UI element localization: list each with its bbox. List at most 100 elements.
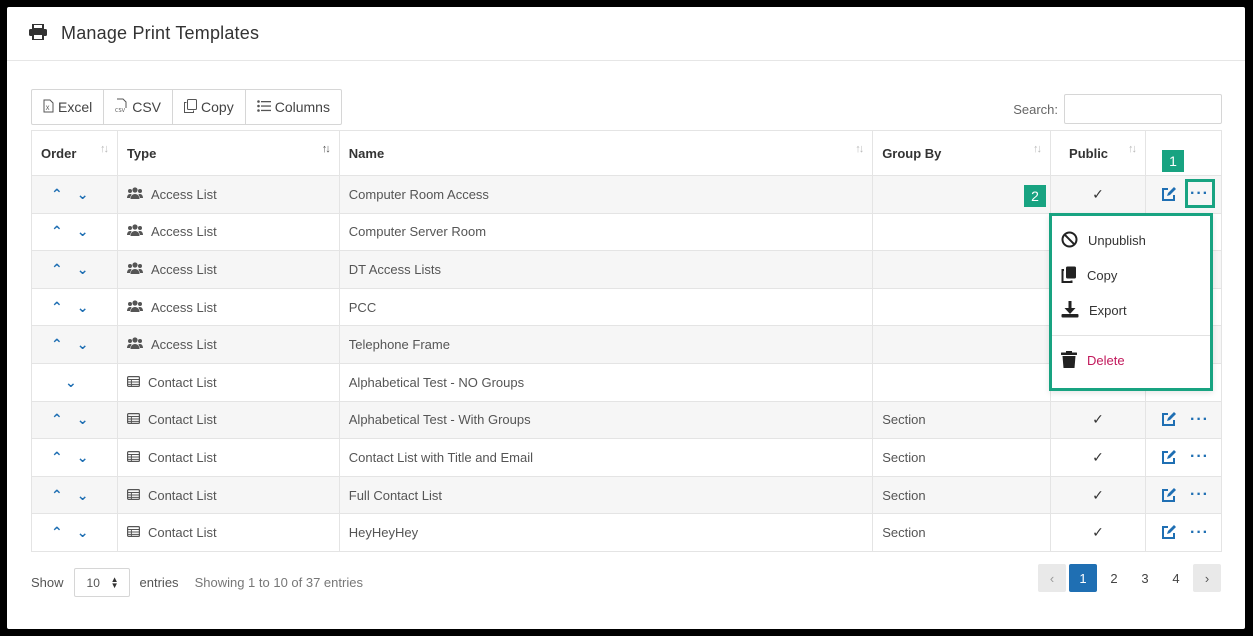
move-up-icon[interactable]: ⌃	[51, 524, 63, 541]
edit-icon[interactable]	[1161, 186, 1176, 202]
columns-button[interactable]: Columns	[246, 90, 341, 124]
menu-item-export[interactable]: Export	[1052, 293, 1210, 328]
move-down-icon[interactable]: ⌄	[65, 374, 77, 391]
move-up-icon[interactable]: ⌃	[51, 186, 63, 203]
menu-divider	[1052, 335, 1210, 336]
name-cell: Alphabetical Test - With Groups	[338, 400, 874, 440]
public-cell: ✓	[1050, 175, 1146, 214]
edit-icon[interactable]	[1161, 525, 1176, 540]
sort-icon: ↑↓	[1127, 143, 1137, 155]
move-down-icon[interactable]: ⌄	[77, 449, 89, 466]
table-row[interactable]: ⌃ ⌄ Access List Computer Server Room	[31, 212, 1223, 252]
page-frame: Manage Print Templates X Excel CSV CSV C…	[7, 7, 1245, 629]
pagination-next[interactable]: ›	[1193, 564, 1221, 592]
highlight-box-actions	[1185, 179, 1215, 208]
table-row[interactable]: ⌄ Contact List Alphabetical Test - NO Grou…	[31, 362, 1223, 402]
pagination-previous[interactable]: ‹	[1038, 564, 1066, 592]
actions-cell: ···	[1144, 438, 1223, 477]
more-options-icon[interactable]: ···	[1190, 487, 1209, 503]
more-options-icon[interactable]: ···	[1190, 411, 1209, 427]
move-up-icon[interactable]: ⌃	[51, 449, 63, 466]
pagination: ‹ 1 2 3 4 ›	[1038, 564, 1221, 592]
table-row[interactable]: ⌃ ⌄ Access List Telephone Frame	[31, 325, 1223, 364]
excel-button[interactable]: X Excel	[32, 90, 105, 124]
move-down-icon[interactable]: ⌄	[77, 487, 89, 504]
order-cell: ⌃ ⌄	[31, 475, 118, 515]
name-cell: Computer Server Room	[338, 212, 874, 252]
menu-item-unpublish[interactable]: Unpublish	[1052, 223, 1210, 258]
sort-icon: ↑↓	[855, 143, 864, 155]
name-cell: Telephone Frame	[338, 325, 874, 364]
pagination-page-2[interactable]: 2	[1100, 564, 1128, 592]
menu-item-delete[interactable]: Delete	[1052, 343, 1210, 378]
name-cell: Alphabetical Test - NO Groups	[338, 362, 874, 402]
sort-icon: ↑↓	[99, 143, 109, 155]
type-cell: Contact List	[116, 475, 340, 515]
group-by-cell	[872, 287, 1052, 327]
type-cell: Access List	[116, 175, 340, 214]
table-icon	[126, 412, 140, 427]
group-by-cell: Section	[872, 513, 1052, 552]
table-row[interactable]: ⌃ ⌄ Contact List Alphabetical Test - With G…	[31, 400, 1223, 440]
order-cell: ⌃ ⌄	[31, 325, 118, 364]
move-down-icon[interactable]: ⌄	[77, 261, 89, 278]
name-cell: DT Access Lists	[338, 250, 874, 289]
search-label: Search:	[1013, 101, 1058, 117]
table-icon	[126, 375, 140, 390]
printer-icon	[29, 23, 47, 43]
edit-icon[interactable]	[1161, 412, 1176, 427]
excel-label: Excel	[58, 99, 93, 115]
move-down-icon[interactable]: ⌄	[77, 336, 89, 353]
table-row[interactable]: ⌃ ⌄ Access List DT Access Lists	[31, 250, 1223, 289]
move-down-icon[interactable]: ⌄	[77, 299, 89, 316]
table-row[interactable]: ⌃ ⌄ Contact List HeyHeyHey Section ✓ ···	[31, 513, 1223, 552]
name-cell: HeyHeyHey	[338, 513, 874, 552]
column-header-label: Order	[41, 145, 77, 161]
column-header-type[interactable]: Type ↑↓	[116, 130, 340, 176]
type-label: Contact List	[147, 525, 217, 541]
order-cell: ⌃ ⌄	[31, 175, 118, 214]
entries-info: Showing 1 to 10 of 37 entries	[194, 575, 363, 590]
move-down-icon[interactable]: ⌄	[77, 524, 89, 541]
move-up-icon[interactable]: ⌃	[51, 487, 63, 504]
edit-icon[interactable]	[1161, 487, 1176, 503]
more-options-icon[interactable]: ···	[1190, 524, 1209, 540]
move-up-icon[interactable]: ⌃	[51, 411, 63, 428]
move-up-icon[interactable]: ⌃	[51, 261, 63, 278]
menu-item-label: Delete	[1087, 353, 1125, 368]
type-cell: Access List	[116, 287, 340, 327]
move-down-icon[interactable]: ⌄	[77, 223, 89, 240]
menu-item-copy[interactable]: Copy	[1052, 258, 1210, 293]
edit-icon[interactable]	[1161, 449, 1176, 465]
move-up-icon[interactable]: ⌃	[51, 223, 63, 240]
copy-button[interactable]: Copy	[173, 90, 246, 124]
column-header-group-by[interactable]: Group By ↑↓	[872, 130, 1052, 176]
search-input[interactable]	[1064, 94, 1222, 124]
table-footer: Show 10 ▲ ▼ entries Showing 1 to 10 of 37…	[31, 568, 363, 597]
table-icon	[126, 488, 140, 503]
group-by-cell: Section	[872, 400, 1052, 440]
table-row[interactable]: ⌃ ⌄ Contact List Contact List with Title an…	[31, 438, 1223, 477]
sort-icon: ↑↓	[1033, 143, 1042, 155]
show-label: Show	[31, 575, 64, 590]
table-header-row: Order ↑↓ Type ↑↓ Name ↑↓ Group By ↑↓ Public ↑…	[31, 130, 1223, 176]
table-row[interactable]: ⌃ ⌄ Contact List Full Contact List Section ✓ ·…	[31, 475, 1223, 515]
pagination-page-1[interactable]: 1	[1069, 564, 1097, 592]
column-header-name[interactable]: Name ↑↓	[338, 130, 874, 176]
move-up-icon[interactable]: ⌃	[51, 336, 63, 353]
actions-cell: ···	[1144, 400, 1223, 440]
csv-button[interactable]: CSV CSV	[104, 90, 174, 124]
move-down-icon[interactable]: ⌄	[77, 411, 89, 428]
move-down-icon[interactable]: ⌄	[77, 186, 89, 203]
group-by-cell: Section	[872, 438, 1052, 477]
move-up-icon[interactable]: ⌃	[51, 299, 63, 316]
page-size-select[interactable]: 10 ▲ ▼	[73, 568, 130, 597]
pagination-page-3[interactable]: 3	[1131, 564, 1159, 592]
pagination-page-4[interactable]: 4	[1162, 564, 1190, 592]
column-header-public[interactable]: Public ↑↓	[1050, 130, 1146, 176]
type-label: Access List	[150, 337, 217, 353]
page-header: Manage Print Templates	[7, 7, 1245, 61]
table-row[interactable]: ⌃ ⌄ Access List PCC	[31, 287, 1223, 327]
column-header-order[interactable]: Order ↑↓	[31, 130, 118, 176]
more-options-icon[interactable]: ···	[1190, 449, 1209, 465]
